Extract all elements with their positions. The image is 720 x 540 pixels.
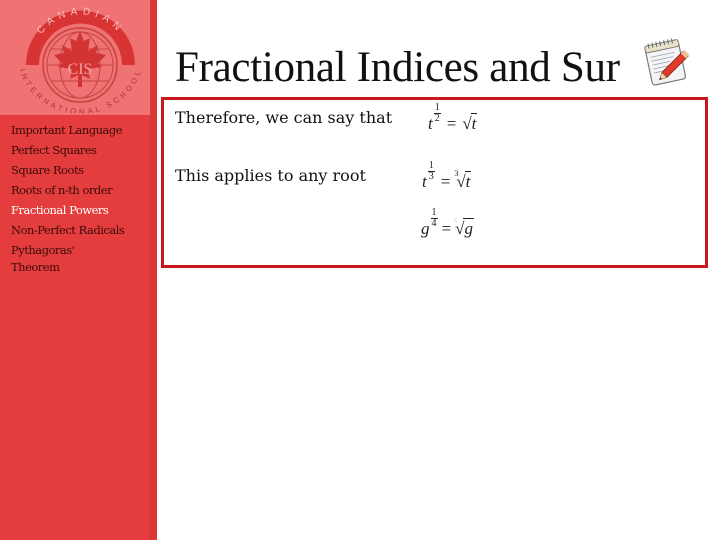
nav-item-square-roots[interactable]: Square Roots [11,160,151,180]
content-box: Therefore, we can say that t 1 2 = √t This a… [161,97,708,268]
page-title: Fractional Indices and Sur [175,44,620,91]
root-index: 4 [453,216,458,225]
root-index: 3 [454,169,459,178]
nav-item-non-perfect-radicals[interactable]: Non-Perfect Radicals [11,220,151,240]
exponent-denominator: 2 [434,113,440,124]
logo-area: CIS CANADIAN INTERNATIONAL SCHOOL [0,0,157,115]
row-text-applies: This applies to any root [175,166,366,185]
nav-item-perfect-squares[interactable]: Perfect Squares [11,140,151,160]
formula-base: g [421,219,430,238]
notepad-pencil-icon [644,38,690,86]
formula-fourth-root: g 1 4 = 4 √g [421,208,474,239]
formula-exponent: 13 [427,161,435,182]
radical-sign: 4 √ [453,216,465,238]
formula-exponent: 14 [430,208,438,229]
exponent-denominator: 4 [431,218,437,229]
equals-sign: = [441,219,452,238]
radicand: g [463,218,474,238]
school-logo: CIS CANADIAN INTERNATIONAL SCHOOL [18,6,141,113]
exponent-denominator: 3 [428,171,434,182]
logo-cis-text: CIS [68,61,93,78]
equals-sign: = [440,172,451,191]
nav-item-pythagoras-theorem[interactable]: Pythagoras' Theorem [11,240,91,276]
nav-item-roots-nth-order[interactable]: Roots of n-th order [11,180,151,200]
radical-sign: 3 √ [454,169,466,191]
slide: CIS CANADIAN INTERNATIONAL SCHOOL Import… [0,0,720,540]
nav-item-important-language[interactable]: Important Language [11,120,151,140]
sidebar-edge [150,0,157,540]
formula-cube-root: t 1 3 = 3 √t [422,161,472,192]
equals-sign: = [446,114,457,133]
sidebar: CIS CANADIAN INTERNATIONAL SCHOOL Import… [0,0,157,540]
nav-item-fractional-powers[interactable]: Fractional Powers [11,200,151,220]
formula-base: t [428,114,433,133]
formula-base: t [422,172,427,191]
sidebar-nav: Important Language Perfect Squares Squar… [11,120,151,276]
formula-exponent: 12 [433,103,441,124]
formula-square-root: t 1 2 = √t [428,103,478,134]
radical-sign: √ [462,114,472,133]
row-text-therefore: Therefore, we can say that [175,108,393,127]
